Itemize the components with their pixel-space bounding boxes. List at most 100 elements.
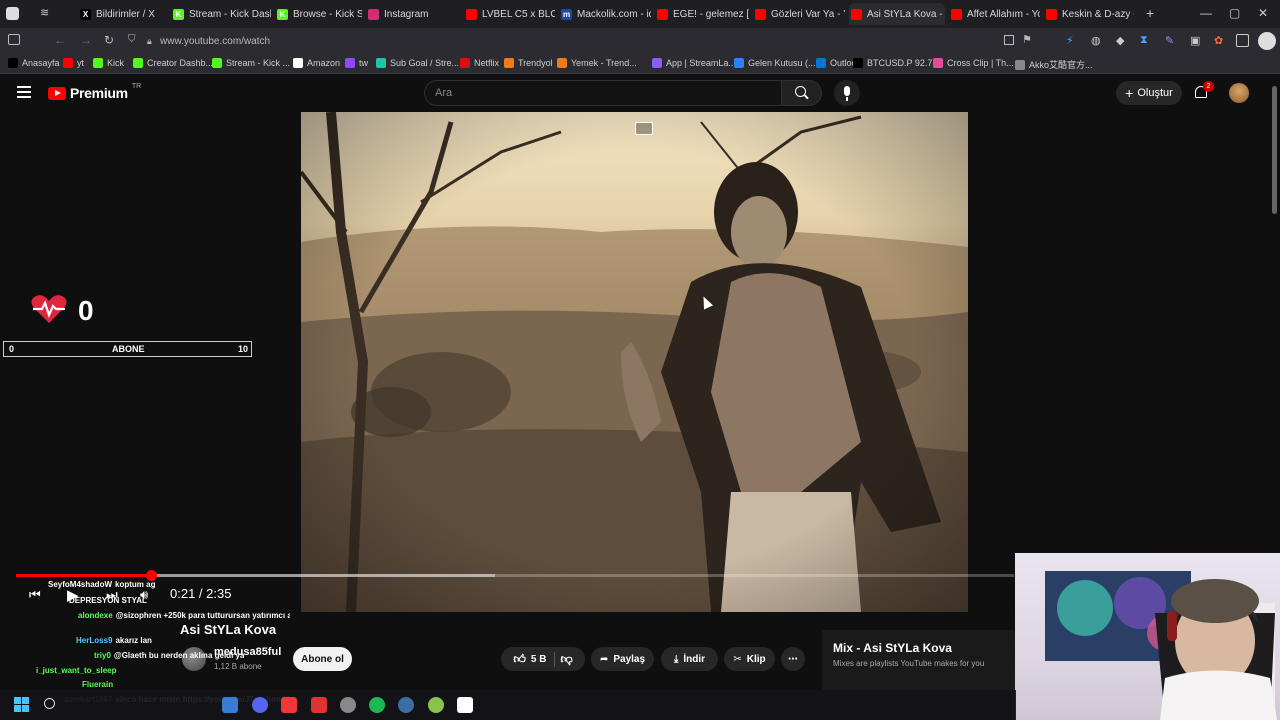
new-tab-icon[interactable]: + (1146, 5, 1154, 21)
taskbar-app-icon-5[interactable] (340, 697, 356, 713)
shield-icon[interactable]: ⛉ (128, 34, 136, 45)
bookmarks-bar: Anasayfa yt Kick Creator Dashb... Stream - K… (0, 55, 1280, 74)
profile-avatar[interactable] (1258, 32, 1276, 50)
bookmark-item[interactable]: Creator Dashb... (133, 58, 213, 68)
bookmark-item[interactable]: Anasayfa (8, 58, 60, 68)
chat-username: alondexe (78, 611, 113, 620)
bookmark-item[interactable]: Gelen Kutusu (... (734, 58, 816, 68)
chat-username: triy0 (94, 651, 111, 660)
like-button[interactable]: 👍︎ 5 B (513, 651, 556, 667)
reader-icon[interactable] (1004, 35, 1014, 45)
browser-tab[interactable]: EGE! - gelemez [Offi (655, 3, 749, 25)
bookmark-favicon-icon (652, 58, 662, 68)
chat-username: Fluerain (82, 680, 114, 689)
bookmark-item[interactable]: Akko艾酷官方... (1015, 58, 1093, 71)
bookmark-item[interactable]: Stream - Kick ... (212, 58, 290, 68)
bookmark-item[interactable]: yt (63, 58, 84, 68)
video-player[interactable] (301, 112, 968, 612)
bookmark-item[interactable]: Yemek - Trend... (557, 58, 637, 68)
bookmark-item[interactable]: Cross Clip | Th... (933, 58, 1014, 68)
bookmark-favicon-icon (734, 58, 744, 68)
download-button[interactable]: ⤓ İndir (661, 647, 718, 671)
close-window-icon[interactable]: ✕ (1258, 6, 1268, 20)
bookmark-item[interactable]: Sub Goal / Stre... (376, 58, 459, 68)
taskbar-app-icon-7[interactable] (398, 697, 414, 713)
bookmark-item[interactable]: App | StreamLa... (652, 58, 736, 68)
sidebar-toggle-icon[interactable] (8, 34, 20, 45)
browser-tab[interactable]: LVBEL C5 x BLOK3 x (464, 3, 555, 25)
taskbar-app-icon-4[interactable] (311, 697, 327, 713)
bookmark-label: Kick (107, 58, 125, 68)
browser-tab[interactable]: Instagram (366, 3, 460, 25)
extension-icon-5[interactable]: ✎ (1165, 34, 1174, 47)
tab-label: EGE! - gelemez [Offi (673, 8, 749, 20)
search-button[interactable] (782, 80, 822, 106)
share-button[interactable]: ➦ Paylaş (591, 647, 654, 671)
taskbar-browser-icon[interactable] (281, 697, 297, 713)
download-label: İndir (683, 653, 706, 665)
extension-icon-3[interactable]: ◆ (1116, 34, 1124, 47)
voice-search-button[interactable] (834, 80, 860, 106)
bookmark-item[interactable]: BTCUSD.P 92.7... (853, 58, 940, 68)
subscribe-button[interactable]: Abone ol (293, 647, 352, 671)
progress-bar[interactable] (16, 570, 1014, 581)
forward-icon[interactable]: → (80, 33, 92, 47)
minimize-icon[interactable]: — (1200, 6, 1212, 20)
extensions-menu-icon[interactable] (1236, 34, 1249, 47)
taskbar-search-icon[interactable] (44, 698, 55, 709)
browser-tab[interactable]: Affet Allahım - YouT (949, 3, 1040, 25)
extension-icon-6[interactable]: ▣ (1190, 34, 1200, 47)
back-icon[interactable]: ← (54, 33, 66, 47)
previous-icon[interactable]: ⏮ (29, 587, 41, 603)
clip-button[interactable]: ✂ Klip (724, 647, 775, 671)
windows-start-icon[interactable] (14, 697, 29, 712)
spotify-icon[interactable] (369, 697, 385, 713)
browser-tab[interactable]: Keskin & D-azy - Kil (1044, 3, 1134, 25)
create-button[interactable]: + Oluştur (1116, 81, 1182, 105)
browser-tab[interactable]: m Mackolik.com - idda (559, 3, 651, 25)
taskbar-app-icon-2[interactable] (252, 697, 268, 713)
extension-icon-7[interactable]: ✿ (1214, 34, 1223, 47)
bookmark-icon[interactable]: ⚑ (1022, 33, 1032, 46)
browser-tab[interactable]: K Browse - Kick Stream (275, 3, 362, 25)
tab-label: Instagram (384, 8, 429, 20)
page-scrollbar[interactable] (1272, 86, 1277, 214)
browser-tab[interactable]: X Bildirimler / X (78, 3, 167, 25)
dislike-button[interactable]: 👎︎ (560, 652, 572, 667)
bookmark-item[interactable]: tw (345, 58, 368, 68)
bookmark-item[interactable]: Kick (93, 58, 124, 68)
miniplayer-icon[interactable] (635, 122, 653, 135)
goal-label: ABONE (112, 344, 145, 354)
workspaces-icon[interactable]: ≋ (40, 6, 49, 19)
browser-logo-icon[interactable] (6, 7, 19, 20)
more-icon: ⋯ (788, 653, 798, 665)
maximize-icon[interactable]: ▢ (1229, 6, 1240, 20)
taskbar-app-icon-8[interactable] (428, 697, 444, 713)
youtube-logo[interactable]: Premium TR (48, 82, 142, 101)
reload-icon[interactable]: ↻ (104, 33, 114, 47)
extension-icon-4[interactable]: ⧗ (1140, 34, 1148, 47)
clip-label: Klip (746, 653, 766, 665)
mix-panel[interactable]: Mix - Asi StYLa Kova Mixes are playlists… (822, 630, 1016, 690)
bookmark-label: Creator Dashb... (147, 58, 214, 68)
bookmark-item[interactable]: Amazon (293, 58, 340, 68)
browser-tab[interactable]: K Stream - Kick Dashb (171, 3, 271, 25)
notifications-button[interactable]: 2 (1193, 81, 1214, 102)
extension-icon-1[interactable]: ⚡ (1066, 34, 1074, 47)
taskbar-app-icon-1[interactable] (222, 697, 238, 713)
bookmark-label: Sub Goal / Stre... (390, 58, 460, 68)
more-actions-button[interactable]: ⋯ (781, 647, 805, 671)
bookmark-item[interactable]: Netflix (460, 58, 499, 68)
search-input[interactable]: Ara (424, 80, 782, 106)
browser-tab[interactable]: Gözleri Var Ya - You (753, 3, 845, 25)
account-avatar[interactable] (1229, 83, 1249, 103)
browser-tab[interactable]: Asi StYLa Kova - You (849, 3, 945, 25)
bookmark-item[interactable]: Trendyol (504, 58, 553, 68)
tab-label: Gözleri Var Ya - You (771, 8, 845, 20)
taskbar-app-icon-9[interactable] (457, 697, 473, 713)
country-code: TR (131, 82, 142, 90)
tab-favicon-icon (466, 8, 477, 20)
url-field[interactable]: 🔒︎ www.youtube.com/watch (142, 33, 1002, 50)
menu-icon[interactable] (17, 86, 31, 98)
extension-icon-2[interactable]: ◍ (1091, 34, 1101, 47)
